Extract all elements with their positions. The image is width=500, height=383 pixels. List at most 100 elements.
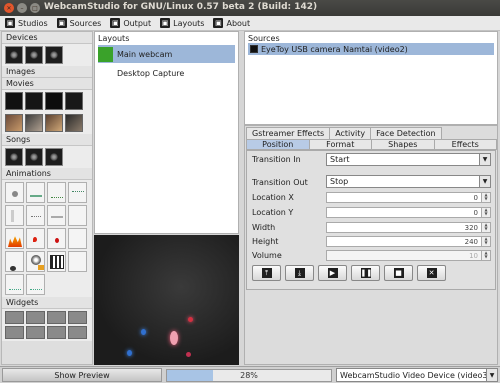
move-to-bottom-button[interactable]: ⤓ bbox=[285, 265, 314, 281]
animation-thumbnail[interactable] bbox=[5, 182, 24, 203]
menu-layouts[interactable]: ▣ Layouts bbox=[160, 18, 204, 28]
chevron-down-icon: ▼ bbox=[486, 369, 497, 381]
webcam-device-icon[interactable] bbox=[25, 46, 43, 64]
speaker-icon[interactable] bbox=[25, 148, 43, 166]
layout-item-main-webcam[interactable]: Main webcam bbox=[98, 45, 235, 63]
movie-thumbnail[interactable] bbox=[45, 114, 63, 132]
studio-icon: ▣ bbox=[5, 18, 15, 28]
widget-thumbnail[interactable] bbox=[26, 311, 45, 324]
preview-light bbox=[186, 352, 191, 357]
animation-thumbnail[interactable] bbox=[5, 205, 24, 226]
tab-position[interactable]: Position bbox=[246, 139, 310, 150]
tab-gstreamer-effects[interactable]: Gstreamer Effects bbox=[246, 127, 331, 139]
animation-thumbnail[interactable] bbox=[68, 228, 87, 249]
movie-thumbnail[interactable] bbox=[25, 114, 43, 132]
movie-thumbnail[interactable] bbox=[65, 92, 83, 110]
menu-studios[interactable]: ▣ Studios bbox=[5, 18, 48, 28]
widget-thumbnail[interactable] bbox=[26, 326, 45, 339]
height-value: 240 bbox=[464, 237, 478, 246]
width-spinner[interactable]: 320 ▲ ▼ bbox=[326, 222, 491, 233]
transition-in-select[interactable]: Start ▼ bbox=[326, 153, 491, 166]
remove-button[interactable]: ✕ bbox=[417, 265, 446, 281]
spinner-arrows-icon[interactable]: ▲ ▼ bbox=[481, 193, 490, 202]
show-preview-button[interactable]: Show Preview bbox=[2, 368, 162, 382]
animation-thumbnail[interactable] bbox=[26, 228, 45, 249]
layouts-icon: ▣ bbox=[160, 18, 171, 28]
output-device-value: WebcamStudio Video Device (video3) bbox=[340, 370, 491, 380]
movie-thumbnail[interactable] bbox=[5, 92, 23, 110]
spinner-arrows-icon[interactable]: ▲ ▼ bbox=[481, 223, 490, 232]
menu-layouts-label: Layouts bbox=[173, 18, 205, 28]
speaker-icon[interactable] bbox=[5, 148, 23, 166]
movie-thumbnail[interactable] bbox=[25, 92, 43, 110]
play-button[interactable]: ▶ bbox=[318, 265, 347, 281]
layout-item-desktop-capture[interactable]: Desktop Capture bbox=[98, 64, 235, 82]
animation-thumbnail[interactable] bbox=[5, 251, 24, 272]
transition-in-value: Start bbox=[330, 155, 350, 164]
stop-button[interactable]: ■ bbox=[384, 265, 413, 281]
animation-thumbnail[interactable] bbox=[68, 182, 87, 203]
speaker-icon[interactable] bbox=[45, 148, 63, 166]
widget-thumbnail[interactable] bbox=[68, 326, 87, 339]
tab-activity[interactable]: Activity bbox=[329, 127, 372, 139]
animation-thumbnail[interactable] bbox=[26, 205, 45, 226]
close-window-button[interactable]: ✕ bbox=[4, 3, 14, 13]
animation-thumbnail[interactable] bbox=[47, 228, 66, 249]
move-to-top-button[interactable]: ⤒ bbox=[252, 265, 281, 281]
webcam-device-icon[interactable] bbox=[45, 46, 63, 64]
spinner-arrows-icon[interactable]: ▲ ▼ bbox=[481, 251, 490, 260]
songs-section-label: Songs bbox=[2, 134, 92, 146]
spinner-arrows-icon[interactable]: ▲ ▼ bbox=[481, 208, 490, 217]
animation-thumbnail[interactable] bbox=[5, 274, 24, 295]
tab-effects[interactable]: Effects bbox=[433, 139, 497, 150]
volume-spinner[interactable]: 10 ▲ ▼ bbox=[326, 250, 491, 261]
sources-icon: ▣ bbox=[56, 18, 67, 28]
spinner-arrows-icon[interactable]: ▲ ▼ bbox=[481, 237, 490, 246]
pause-button[interactable]: ❚❚ bbox=[351, 265, 380, 281]
location-y-spinner[interactable]: 0 ▲ ▼ bbox=[326, 207, 491, 218]
location-x-label: Location X bbox=[252, 193, 294, 202]
title-bar: ✕ – □ WebcamStudio for GNU/Linux 0.57 be… bbox=[0, 0, 500, 16]
tab-face-detection[interactable]: Face Detection bbox=[370, 127, 442, 139]
about-icon: ▣ bbox=[213, 18, 224, 28]
minimize-window-button[interactable]: – bbox=[17, 3, 27, 13]
height-spinner[interactable]: 240 ▲ ▼ bbox=[326, 236, 491, 247]
output-device-select[interactable]: WebcamStudio Video Device (video3) ▼ bbox=[336, 368, 498, 382]
animation-thumbnail[interactable] bbox=[47, 251, 66, 272]
play-icon: ▶ bbox=[327, 268, 338, 278]
menu-sources[interactable]: ▣ Sources bbox=[56, 18, 101, 28]
animation-thumbnail[interactable] bbox=[47, 205, 66, 226]
widget-thumbnail[interactable] bbox=[5, 311, 24, 324]
menu-output[interactable]: ▣ Output bbox=[110, 18, 151, 28]
animation-thumbnail[interactable] bbox=[26, 182, 45, 203]
animation-thumbnail[interactable] bbox=[26, 251, 45, 272]
widget-thumbnail[interactable] bbox=[47, 326, 66, 339]
widget-thumbnail[interactable] bbox=[5, 326, 24, 339]
animation-thumbnail[interactable] bbox=[47, 182, 66, 203]
movie-thumbnail[interactable] bbox=[65, 114, 83, 132]
menu-studios-label: Studios bbox=[18, 18, 48, 28]
animation-thumbnail[interactable] bbox=[5, 228, 24, 249]
webcam-device-icon[interactable] bbox=[5, 46, 23, 64]
preview-light bbox=[127, 350, 132, 356]
layouts-panel-label: Layouts bbox=[98, 34, 130, 43]
menu-about[interactable]: ▣ About bbox=[213, 18, 250, 28]
animation-thumbnail[interactable] bbox=[68, 205, 87, 226]
height-label: Height bbox=[252, 237, 279, 246]
movie-thumbnail[interactable] bbox=[5, 114, 23, 132]
movie-thumbnail[interactable] bbox=[45, 92, 63, 110]
tab-shapes[interactable]: Shapes bbox=[371, 139, 435, 150]
widget-thumbnail[interactable] bbox=[68, 311, 87, 324]
cpu-load-text: 28% bbox=[240, 371, 258, 380]
position-properties: Transition In Start ▼ Transition Out Sto… bbox=[246, 150, 496, 290]
output-icon: ▣ bbox=[110, 18, 121, 28]
transition-out-select[interactable]: Stop ▼ bbox=[326, 175, 491, 188]
location-x-spinner[interactable]: 0 ▲ ▼ bbox=[326, 192, 491, 203]
animation-thumbnail[interactable] bbox=[68, 251, 87, 272]
tab-format[interactable]: Format bbox=[308, 139, 372, 150]
maximize-window-button[interactable]: □ bbox=[30, 3, 40, 13]
transition-in-label: Transition In bbox=[252, 155, 301, 164]
animation-thumbnail[interactable] bbox=[26, 274, 45, 295]
widget-thumbnail[interactable] bbox=[47, 311, 66, 324]
source-item[interactable]: EyeToy USB camera Namtai (video2) bbox=[248, 43, 494, 55]
